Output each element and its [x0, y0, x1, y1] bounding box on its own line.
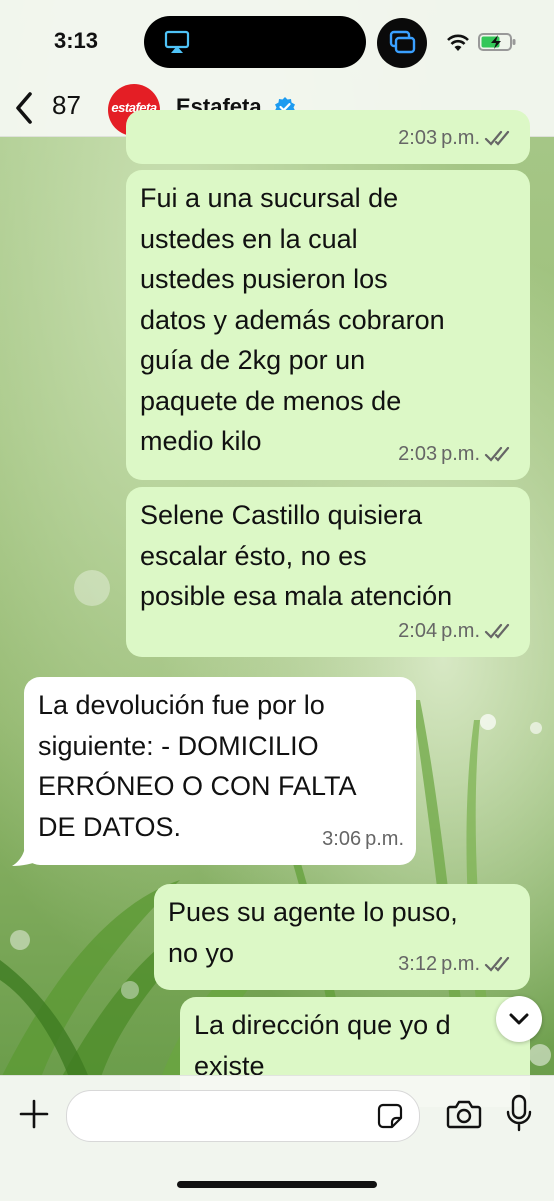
message-line: guía de 2kg por un	[140, 345, 366, 375]
outgoing-message-bubble[interactable]: Selene Castillo quisiera escalar ésto, n…	[126, 487, 530, 657]
message-line: Fui a una sucursal de	[140, 183, 399, 213]
message-text: Selene Castillo quisiera escalar ésto, n…	[140, 495, 452, 617]
message-line: ustedes en la cual	[140, 223, 358, 254]
message-line: La dirección que yo d	[194, 1010, 451, 1040]
outgoing-message-bubble[interactable]: Pues su agente lo puso, no yo 3:12 p.m.	[154, 884, 530, 990]
airplay-icon	[164, 30, 190, 53]
home-indicator	[177, 1181, 377, 1188]
message-line: La devolución fue por lo	[38, 690, 325, 720]
outgoing-message-bubble[interactable]: 2:03 p.m.	[126, 110, 530, 164]
message-line: Selene Castillo quisiera	[140, 500, 423, 530]
dynamic-island	[144, 16, 366, 68]
chevron-down-icon	[509, 1013, 529, 1025]
screen-mirroring-icon	[377, 18, 427, 68]
read-ticks-icon	[484, 446, 510, 462]
incoming-message-bubble[interactable]: La devolución fue por lo siguiente: - DO…	[24, 677, 416, 865]
plus-icon[interactable]	[18, 1098, 50, 1130]
message-line: DE DATOS.	[38, 811, 182, 842]
camera-icon[interactable]	[446, 1098, 482, 1130]
message-input[interactable]	[66, 1090, 420, 1142]
status-bar: 3:13	[0, 0, 554, 84]
sticker-icon[interactable]	[377, 1103, 403, 1129]
message-line: paquete de menos de	[140, 385, 402, 416]
message-time: 2:03 p.m.	[398, 126, 480, 149]
message-meta: 2:04 p.m.	[398, 611, 518, 652]
message-meta: 3:12 p.m.	[398, 944, 518, 985]
message-line: Pues su agente lo puso,	[168, 897, 458, 927]
message-line: ERRÓNEO O CON FALTA	[38, 771, 357, 801]
read-ticks-icon	[484, 623, 510, 639]
message-meta: 3:06 p.m.	[322, 819, 404, 860]
message-line: siguiente: - DOMICILIO	[38, 730, 319, 761]
message-line: datos y además cobraron	[140, 304, 445, 335]
message-time: 3:12 p.m.	[398, 952, 480, 975]
message-text: Fui a una sucursal de ustedes en la cual…	[140, 178, 445, 462]
message-time: 2:04 p.m.	[398, 619, 480, 642]
message-meta: 2:03 p.m.	[398, 118, 518, 159]
read-ticks-icon	[484, 956, 510, 972]
microphone-icon[interactable]	[506, 1094, 532, 1132]
outgoing-message-bubble[interactable]: Fui a una sucursal de ustedes en la cual…	[126, 170, 530, 480]
battery-charging-icon	[478, 33, 516, 51]
message-meta: 2:03 p.m.	[398, 434, 518, 475]
scroll-to-bottom-button[interactable]	[496, 996, 542, 1042]
message-line: escalar ésto, no es	[140, 540, 367, 571]
wifi-icon	[447, 34, 469, 51]
message-line: ustedes pusieron los	[140, 264, 388, 294]
status-time: 3:13	[54, 28, 99, 53]
message-text: La dirección que yo d existe	[194, 1005, 451, 1086]
message-time: 2:03 p.m.	[398, 442, 480, 465]
read-ticks-icon	[484, 130, 510, 146]
back-chevron-icon[interactable]	[12, 90, 36, 126]
unread-count[interactable]: 87	[52, 90, 81, 121]
message-text: La devolución fue por lo siguiente: - DO…	[38, 685, 357, 847]
message-time: 3:06 p.m.	[322, 827, 404, 850]
